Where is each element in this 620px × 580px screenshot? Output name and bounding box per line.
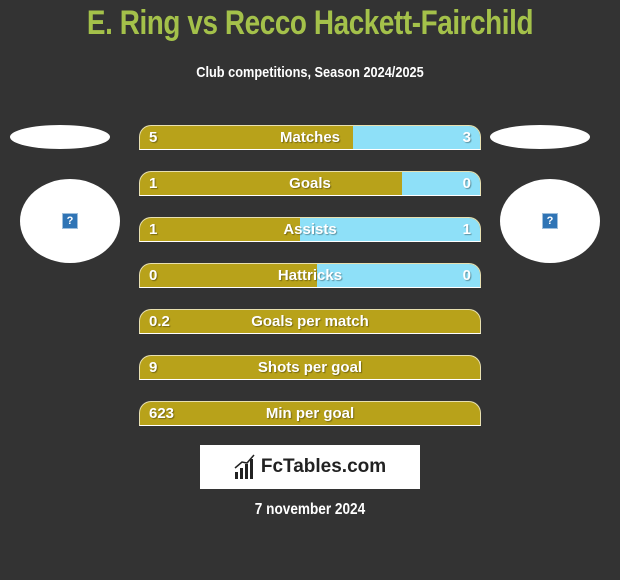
question-icon: ?	[542, 213, 558, 229]
stat-label: Shots per goal	[257, 359, 363, 376]
left-value: 1	[149, 221, 158, 238]
stat-label: Min per goal	[265, 405, 355, 422]
stat-label: Goals	[289, 175, 331, 192]
page-title: E. Ring vs Recco Hackett-Fairchild	[86, 4, 534, 42]
left-value: 623	[149, 405, 175, 422]
stat-label: Assists	[283, 221, 337, 238]
left-player-name-placeholder	[10, 125, 110, 149]
stat-label: Hattricks	[277, 267, 343, 284]
stat-row-shots-per-goal: Shots per goal 9	[139, 355, 481, 380]
left-value: 0.2	[149, 313, 170, 330]
right-value: 1	[462, 221, 471, 238]
right-player-avatar[interactable]: ?	[500, 179, 600, 263]
left-value: 9	[149, 359, 158, 376]
fctables-logo[interactable]: FcTables.com	[200, 445, 420, 489]
stat-row-matches: Matches 5 3	[139, 125, 481, 150]
stat-row-hattricks: Hattricks 0 0	[139, 263, 481, 288]
right-value: 0	[462, 175, 471, 192]
left-value: 0	[149, 267, 158, 284]
date-label: 7 november 2024	[254, 501, 366, 518]
stat-row-goals: Goals 1 0	[139, 171, 481, 196]
left-value: 5	[149, 129, 158, 146]
question-icon: ?	[62, 213, 78, 229]
competition-subtitle: Club competitions, Season 2024/2025	[196, 64, 424, 81]
right-value: 3	[462, 129, 471, 146]
bar-chart-icon	[234, 454, 255, 479]
stat-row-assists: Assists 1 1	[139, 217, 481, 242]
right-player-name-placeholder	[490, 125, 590, 149]
stat-row-min-per-goal: Min per goal 623	[139, 401, 481, 426]
right-value: 0	[462, 267, 471, 284]
left-value: 1	[149, 175, 158, 192]
logo-text: FcTables.com	[260, 456, 387, 477]
stat-row-goals-per-match: Goals per match 0.2	[139, 309, 481, 334]
left-player-avatar[interactable]: ?	[20, 179, 120, 263]
stat-label: Matches	[279, 129, 341, 146]
stat-label: Goals per match	[251, 313, 369, 330]
